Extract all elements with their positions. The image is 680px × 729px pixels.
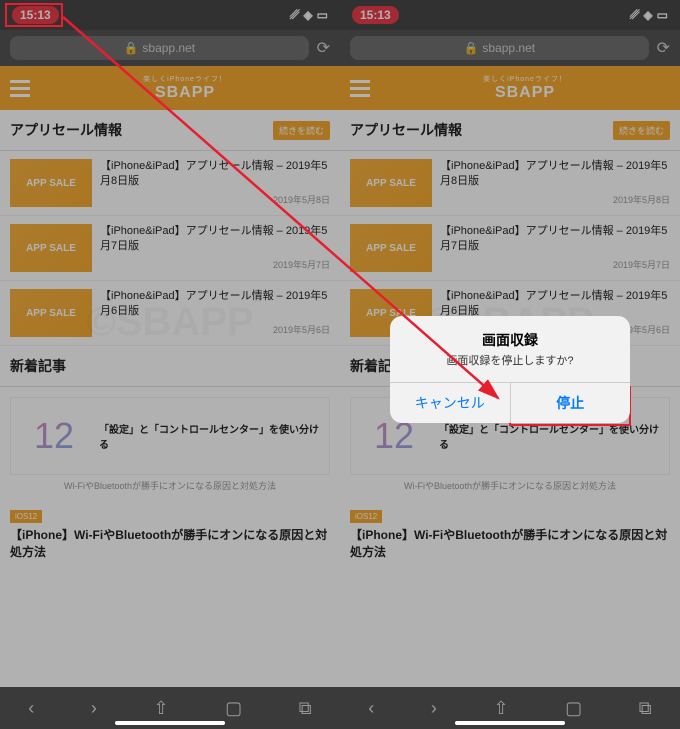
list-item[interactable]: APP SALE【iPhone&iPad】アプリセール情報 – 2019年5月8… [340,151,680,216]
address-bar: 🔒sbapp.net ⟳ [0,30,340,66]
alert-title: 画面収録 [390,316,630,352]
site-logo[interactable]: 楽しくiPhoneライフ！SBAPP [380,74,670,102]
app-sale-thumb: APP SALE [10,289,92,337]
tabs-icon[interactable]: ⧉ [639,698,652,719]
battery-icon: ▭ [657,8,668,22]
list-item[interactable]: APP SALE【iPhone&iPad】アプリセール情報 – 2019年5月8… [0,151,340,216]
home-indicator[interactable] [115,721,225,725]
list-item[interactable]: APP SALE【iPhone&iPad】アプリセール情報 – 2019年5月7… [0,216,340,281]
battery-icon: ▭ [317,8,328,22]
highlight-time [5,3,63,27]
time-pill[interactable]: 15:13 [352,6,399,24]
share-icon[interactable]: ⇧ [153,698,168,719]
list-item[interactable]: APP SALE【iPhone&iPad】アプリセール情報 – 2019年5月7… [340,216,680,281]
stop-button[interactable]: 停止 [510,383,631,423]
cancel-button[interactable]: キャンセル [390,383,510,423]
phone-right: 15:13␥◈▭ 🔒sbapp.net⟳ 楽しくiPhoneライフ！SBAPP … [340,0,680,729]
read-more-button[interactable]: 続きを読む [613,121,670,140]
section-sale: アプリセール情報続きを読む [0,110,340,151]
lock-icon: 🔒 [123,41,138,55]
tag-ios12[interactable]: iOS12 [10,510,42,523]
signal-icon: ␥ [630,8,640,23]
section-new: 新着記事 [0,346,340,387]
read-more-button[interactable]: 続きを読む [273,121,330,140]
app-sale-thumb: APP SALE [350,224,432,272]
phone-left: 15:13 ␥ ◈ ▭ 🔒sbapp.net ⟳ 楽しくiPhoneライフ！SB… [0,0,340,729]
home-indicator[interactable] [455,721,565,725]
forward-icon[interactable]: › [91,698,97,719]
url-field[interactable]: 🔒sbapp.net [350,36,649,60]
reload-icon[interactable]: ⟳ [657,38,670,58]
back-icon[interactable]: ‹ [28,698,34,719]
hamburger-icon[interactable] [10,80,30,97]
app-sale-thumb: APP SALE [10,159,92,207]
site-logo[interactable]: 楽しくiPhoneライフ！SBAPP [40,74,330,102]
wifi-icon: ◈ [303,8,312,22]
status-icons: ␥ ◈ ▭ [290,8,328,23]
featured[interactable]: 12「設定」と「コントロールセンター」を使い分ける Wi-FiやBluetoot… [0,387,340,506]
hamburger-icon[interactable] [350,80,370,97]
reload-icon[interactable]: ⟳ [317,38,330,58]
signal-icon: ␥ [290,8,300,23]
share-icon[interactable]: ⇧ [493,698,508,719]
forward-icon[interactable]: › [431,698,437,719]
alert-message: 画面収録を停止しますか? [390,352,630,382]
ios12-icon: 12 [19,406,89,466]
sale-list-left: APP SALE【iPhone&iPad】アプリセール情報 – 2019年5月8… [0,151,340,346]
bookmarks-icon[interactable]: ▢ [565,698,582,719]
back-icon[interactable]: ‹ [368,698,374,719]
tabs-icon[interactable]: ⧉ [299,698,312,719]
lock-icon: 🔒 [463,41,478,55]
article-title[interactable]: 【iPhone】Wi-FiやBluetoothが勝手にオンになる原因と対処方法 [0,525,340,569]
wifi-icon: ◈ [643,8,652,22]
screen-recording-alert: 画面収録 画面収録を停止しますか? キャンセル停止 [390,316,630,423]
bookmarks-icon[interactable]: ▢ [225,698,242,719]
list-item[interactable]: APP SALE【iPhone&iPad】アプリセール情報 – 2019年5月6… [0,281,340,346]
site-header: 楽しくiPhoneライフ！SBAPP [0,66,340,110]
app-sale-thumb: APP SALE [350,159,432,207]
url-field[interactable]: 🔒sbapp.net [10,36,309,60]
app-sale-thumb: APP SALE [10,224,92,272]
